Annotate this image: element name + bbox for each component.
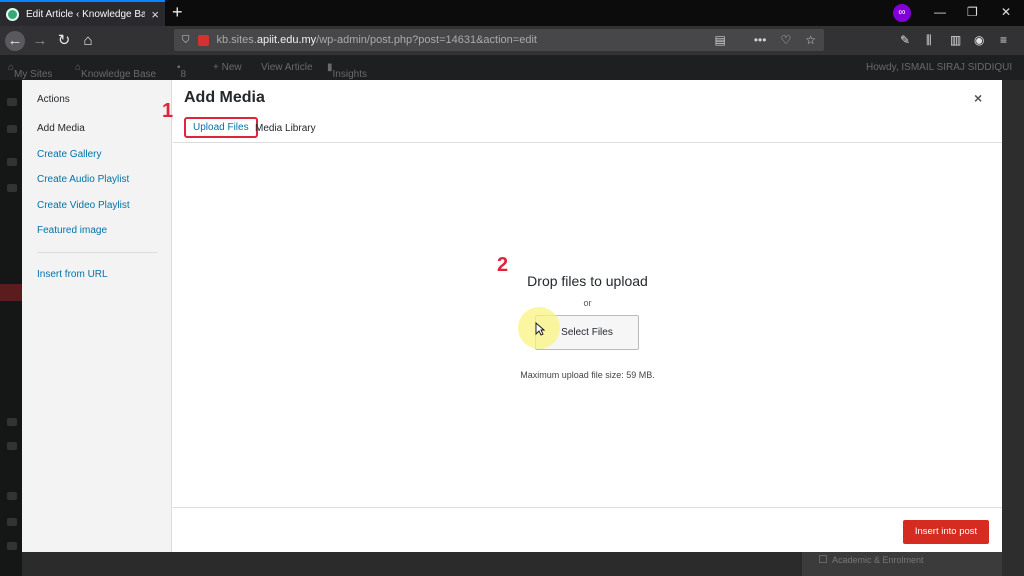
- menu-item-create-audio-playlist[interactable]: Create Audio Playlist: [37, 174, 129, 185]
- private-browsing-icon: ∞: [893, 4, 911, 22]
- pocket-icon[interactable]: ♡: [780, 33, 791, 47]
- modal-close-icon[interactable]: ×: [974, 90, 982, 106]
- howdy-user[interactable]: Howdy, ISMAIL SIRAJ SIDDIQUI: [866, 62, 1012, 73]
- or-text: or: [583, 298, 592, 308]
- menu-item-create-gallery[interactable]: Create Gallery: [37, 149, 101, 160]
- new-tab-button[interactable]: +: [172, 2, 183, 22]
- minimize-icon[interactable]: —: [934, 4, 946, 20]
- menu-item-add-media[interactable]: Add Media: [37, 123, 85, 134]
- max-upload-size-text: Maximum upload file size: 59 MB.: [520, 370, 655, 380]
- browser-tab-bar: Edit Article ‹ Knowledge Base × + ∞ — ❐ …: [0, 0, 1024, 26]
- sidebar-icon[interactable]: ▥: [950, 33, 961, 47]
- browser-tab[interactable]: Edit Article ‹ Knowledge Base ×: [0, 0, 165, 26]
- category-checkbox: [819, 555, 827, 563]
- add-media-modal: Actions Add Media Create Gallery Create …: [22, 80, 1002, 552]
- forward-icon[interactable]: →: [30, 31, 50, 51]
- url-text: kb.sites.apiit.edu.my/wp-admin/post.php?…: [216, 34, 537, 46]
- tab-title: Edit Article ‹ Knowledge Base: [26, 8, 146, 20]
- comments-link[interactable]: ▪ 8: [177, 62, 186, 80]
- modal-title: Add Media: [184, 89, 265, 106]
- restore-icon[interactable]: ❐: [967, 4, 978, 20]
- back-icon[interactable]: ←: [5, 31, 25, 51]
- site-name-link[interactable]: ⌂ Knowledge Base: [75, 62, 156, 80]
- menu-item-create-video-playlist[interactable]: Create Video Playlist: [37, 200, 130, 211]
- view-article-link[interactable]: View Article: [261, 62, 313, 73]
- window-close-icon[interactable]: ✕: [1001, 4, 1011, 20]
- home-icon[interactable]: ⌂: [78, 31, 98, 51]
- bookmark-star-icon[interactable]: ☆: [805, 33, 816, 47]
- insecure-lock-icon: [197, 34, 209, 46]
- annotation-step-1: 1: [162, 100, 174, 122]
- browser-nav-bar: ← → ↻ ⌂ ⛉ kb.sites.apiit.edu.my/wp-admin…: [0, 26, 1024, 55]
- new-content-link[interactable]: + New: [213, 62, 242, 73]
- insert-into-post-button[interactable]: Insert into post: [903, 520, 989, 544]
- tab-close-icon[interactable]: ×: [151, 8, 159, 21]
- tracking-shield-icon: ⛉: [182, 34, 190, 46]
- insights-link[interactable]: ▮ Insights: [327, 62, 367, 80]
- menu-divider: [37, 252, 157, 253]
- menu-icon[interactable]: ≡: [1000, 33, 1007, 47]
- site-favicon-icon: [6, 7, 19, 21]
- wp-admin-bar: ⌂ My Sites ⌂ Knowledge Base ▪ 8 + New Vi…: [0, 55, 1024, 80]
- tab-media-library[interactable]: Media Library: [255, 123, 316, 134]
- media-actions-menu: Actions Add Media Create Gallery Create …: [22, 80, 172, 552]
- wp-page-bottom-dimmed: Academic & Enrolment: [22, 552, 1002, 576]
- my-sites-link[interactable]: ⌂ My Sites: [8, 62, 52, 80]
- menu-item-featured-image[interactable]: Featured image: [37, 225, 107, 236]
- modal-toolbar: Insert into post: [173, 507, 1002, 552]
- menu-heading: Actions: [37, 94, 70, 105]
- account-icon[interactable]: ◉: [974, 33, 984, 47]
- page-actions-icon[interactable]: •••: [754, 33, 767, 47]
- library-icon[interactable]: ⫼: [926, 33, 932, 48]
- address-bar[interactable]: ⛉ kb.sites.apiit.edu.my/wp-admin/post.ph…: [174, 29, 824, 51]
- category-label: Academic & Enrolment: [832, 555, 924, 565]
- menu-item-insert-from-url[interactable]: Insert from URL: [37, 269, 108, 280]
- upload-dropzone[interactable]: 2 Drop files to upload or Select Files M…: [173, 144, 1002, 507]
- wp-sidebar-dimmed: [0, 80, 22, 576]
- media-router-tabs: Upload Files Media Library: [173, 117, 1002, 143]
- wp-page-right-dimmed: [1002, 80, 1024, 576]
- tab-upload-files[interactable]: Upload Files: [184, 117, 258, 138]
- reload-icon[interactable]: ↻: [54, 31, 74, 51]
- drop-files-title: Drop files to upload: [527, 273, 648, 289]
- tools-icon[interactable]: ✎: [900, 33, 910, 47]
- reader-view-icon[interactable]: ▤: [715, 33, 726, 47]
- mouse-pointer-icon: [535, 322, 545, 336]
